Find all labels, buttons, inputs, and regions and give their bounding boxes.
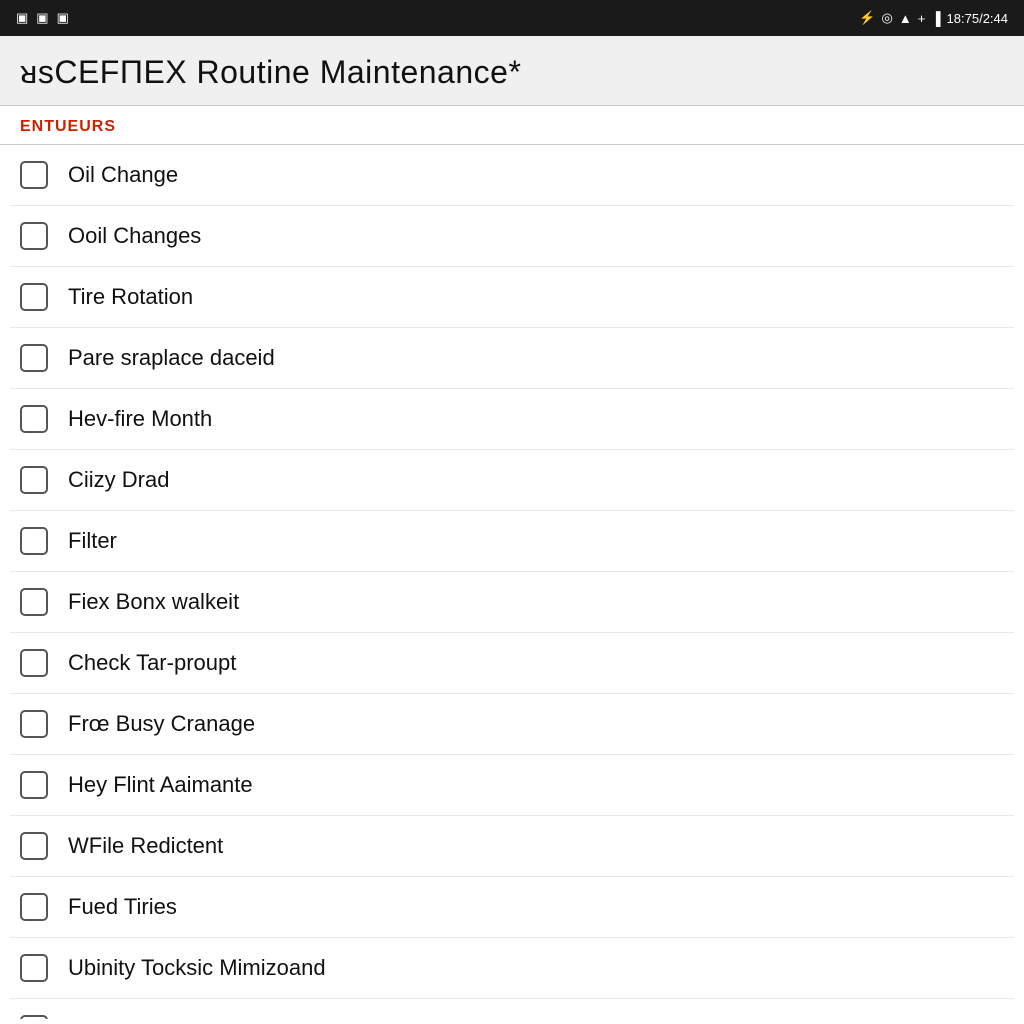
section-label-text: ENTUEURS [20, 118, 116, 135]
icon-menu: ▣ [16, 10, 28, 26]
item-label-14: Ubinity Tocksic Mimizoand [68, 955, 326, 981]
item-label-2: Ooil Changes [68, 223, 201, 249]
list-item[interactable]: Hey Flint Aaimante [10, 755, 1014, 816]
list-item[interactable]: Hev-fire Month [10, 389, 1014, 450]
list-item[interactable]: Fiex Bonx walkeit [10, 572, 1014, 633]
maintenance-list: Oil Change Ooil Changes Tire Rotation Pare … [0, 145, 1024, 1019]
list-item[interactable]: Filter [10, 511, 1014, 572]
item-label-12: WFile Redictent [68, 833, 223, 859]
plus-icon: + [918, 11, 926, 26]
bluetooth-icon: ⚡ [859, 10, 875, 26]
checkbox-item-10[interactable] [20, 710, 48, 738]
item-label-8: Fiex Bonx walkeit [68, 589, 239, 615]
checkbox-item-7[interactable] [20, 527, 48, 555]
item-label-10: Frœ Busy Cranage [68, 711, 255, 737]
item-label-5: Hev-fire Month [68, 406, 212, 432]
list-item[interactable]: Singsic Aseetainelt [10, 999, 1014, 1019]
item-label-1: Oil Change [68, 162, 178, 188]
checkbox-item-14[interactable] [20, 954, 48, 982]
status-bar: ▣ ▣ ▣ ⚡ ◎ ▲ + ▐ 18:75/2:44 [0, 0, 1024, 36]
checkbox-item-9[interactable] [20, 649, 48, 677]
checkbox-item-1[interactable] [20, 161, 48, 189]
list-item[interactable]: Fued Tiries [10, 877, 1014, 938]
item-label-6: Ciizy Drad [68, 467, 169, 493]
section-header: ENTUEURS [0, 106, 1024, 145]
checkbox-item-11[interactable] [20, 771, 48, 799]
battery-icon: ▐ [931, 11, 940, 26]
item-label-4: Pare sraplace daceid [68, 345, 275, 371]
checkbox-item-4[interactable] [20, 344, 48, 372]
list-item[interactable]: Ciizy Drad [10, 450, 1014, 511]
checkbox-item-5[interactable] [20, 405, 48, 433]
item-label-9: Check Tar-proupt [68, 650, 236, 676]
wifi-icon: ▲ [899, 11, 912, 26]
icon-box: ▣ [57, 10, 69, 26]
checkbox-item-6[interactable] [20, 466, 48, 494]
list-item[interactable]: Ooil Changes [10, 206, 1014, 267]
item-label-15: Singsic Aseetainelt [68, 1016, 253, 1019]
checkbox-item-3[interactable] [20, 283, 48, 311]
status-bar-left: ▣ ▣ ▣ [16, 10, 69, 26]
list-item[interactable]: Frœ Busy Cranage [10, 694, 1014, 755]
checkbox-item-2[interactable] [20, 222, 48, 250]
checkbox-item-13[interactable] [20, 893, 48, 921]
status-bar-right: ⚡ ◎ ▲ + ▐ 18:75/2:44 [859, 10, 1008, 26]
list-item[interactable]: Check Tar-proupt [10, 633, 1014, 694]
list-item[interactable]: Tire Rotation [10, 267, 1014, 328]
item-label-3: Tire Rotation [68, 284, 193, 310]
item-label-13: Fued Tiries [68, 894, 177, 920]
alarm-icon: ◎ [882, 10, 893, 26]
item-label-7: Filter [68, 528, 117, 554]
list-item[interactable]: Ubinity Tocksic Mimizoand [10, 938, 1014, 999]
item-label-11: Hey Flint Aaimante [68, 772, 253, 798]
list-item[interactable]: Oil Change [10, 145, 1014, 206]
app-header: ᴚsCEFΠEX Routine Maintenance* [0, 36, 1024, 106]
checkbox-item-12[interactable] [20, 832, 48, 860]
checkbox-item-8[interactable] [20, 588, 48, 616]
checkbox-item-15[interactable] [20, 1015, 48, 1019]
page-title: ᴚsCEFΠEX Routine Maintenance* [20, 54, 1004, 91]
list-item[interactable]: WFile Redictent [10, 816, 1014, 877]
time-display: 18:75/2:44 [947, 11, 1008, 26]
list-item[interactable]: Pare sraplace daceid [10, 328, 1014, 389]
icon-grid: ▣ [36, 10, 48, 26]
